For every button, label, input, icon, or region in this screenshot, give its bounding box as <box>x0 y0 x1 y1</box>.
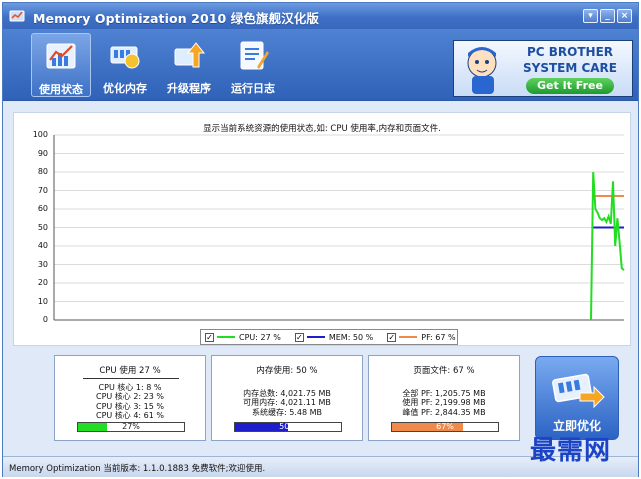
log-icon <box>240 41 269 70</box>
pagefile-stat-box: 页面文件: 67 % 全部 PF: 1,205.75 MB 使用 PF: 2,1… <box>368 355 520 441</box>
tool-label: 使用状态 <box>39 83 83 96</box>
y-tick-label: 10 <box>37 296 48 306</box>
memory-detail-line: 可用内存: 4,021.11 MB <box>243 398 331 408</box>
y-tick-label: 60 <box>37 204 48 213</box>
chart-legend: ✓ CPU: 27 % ✓ MEM: 50 % ✓ PF: 67 % <box>200 329 458 345</box>
memory-progress-text: 50% <box>279 422 297 431</box>
pagefile-detail-line: 使用 PF: 2,199.98 MB <box>402 398 486 408</box>
get-it-free-button[interactable]: Get It Free <box>526 78 614 94</box>
watermark-logo: 最需网 <box>530 436 612 466</box>
chart-icon <box>46 43 76 69</box>
pagefile-progress-text: 67% <box>436 422 454 431</box>
legend-item-pf[interactable]: ✓ PF: 67 % <box>387 332 456 342</box>
legend-swatch-mem <box>306 336 325 338</box>
pagefile-progress-bar: 67% <box>391 422 499 432</box>
tool-optimize-memory[interactable]: 优化内存 <box>95 33 155 97</box>
chart-title: 显示当前系统资源的使用状态,如: CPU 使用率,内存和页面文件. <box>203 124 441 134</box>
cpu-progress-text: 27% <box>122 422 140 431</box>
legend-checkbox-mem[interactable]: ✓ <box>294 332 304 342</box>
banner-line1: PC BROTHER <box>526 45 614 59</box>
memory-optimize-icon <box>110 46 140 69</box>
tool-label: 运行日志 <box>231 82 275 95</box>
legend-checkbox-pf[interactable]: ✓ <box>387 332 397 342</box>
app-icon <box>9 10 25 22</box>
title-bar[interactable]: Memory Optimization 2010 绿色旗舰汉化版 ▾ _ × <box>3 3 638 29</box>
toolbar: 使用状态 优化内存 升级程序 运行日志 PC BROTHER SYSTEM CA… <box>3 29 638 101</box>
ad-banner[interactable]: PC BROTHER SYSTEM CARE Get It Free <box>453 40 633 97</box>
cpu-usage-heading: CPU 使用 27 % <box>99 366 161 376</box>
memory-detail-line: 内存总数: 4,021.75 MB <box>243 389 331 398</box>
cpu-core-line: CPU 核心 4: 61 % <box>95 411 164 421</box>
y-tick-label: 0 <box>42 315 48 324</box>
cpu-progress-bar: 27% <box>77 422 185 432</box>
y-tick-label: 20 <box>37 278 48 287</box>
app-window: Memory Optimization 2010 绿色旗舰汉化版 ▾ _ × 使… <box>2 2 639 477</box>
legend-label-cpu: CPU: 27 % <box>239 332 281 342</box>
y-tick-label: 100 <box>32 130 48 139</box>
memory-usage-heading: 内存使用: 50 % <box>256 366 318 376</box>
tool-upgrade[interactable]: 升级程序 <box>159 33 219 97</box>
usage-chart-panel: 显示当前系统资源的使用状态,如: CPU 使用率,内存和页面文件. 100 90 8… <box>13 112 631 346</box>
y-tick-label: 80 <box>37 167 48 176</box>
status-text: Memory Optimization 当前版本: 1.1.0.1883 免费软… <box>9 464 266 474</box>
cpu-core-line: CPU 核心 3: 15 % <box>95 401 164 411</box>
y-tick-label: 40 <box>37 241 48 250</box>
legend-swatch-pf <box>399 336 418 338</box>
mascot-icon <box>467 47 497 94</box>
memory-detail-line: 系统缓存: 5.48 MB <box>252 407 322 417</box>
memory-optimize-icon <box>552 373 605 409</box>
cpu-core-line: CPU 核心 1: 8 % <box>98 383 162 392</box>
memory-detail-list: 内存总数: 4,021.75 MB 可用内存: 4,021.11 MB 系统缓存… <box>212 389 362 417</box>
usage-line-chart <box>53 134 625 321</box>
legend-label-pf: PF: 67 % <box>421 332 456 342</box>
legend-label-mem: MEM: 50 % <box>328 332 374 342</box>
tool-label: 优化内存 <box>103 82 147 95</box>
memory-stat-box: 内存使用: 50 % 内存总数: 4,021.75 MB 可用内存: 4,021… <box>211 355 363 441</box>
pagefile-usage-heading: 页面文件: 67 % <box>413 366 475 376</box>
y-tick-label: 70 <box>37 185 48 195</box>
cpu-core-line: CPU 核心 2: 23 % <box>95 392 164 402</box>
close-button[interactable]: × <box>617 9 632 23</box>
upgrade-icon <box>174 42 206 68</box>
pagefile-detail-list: 全部 PF: 1,205.75 MB 使用 PF: 2,199.98 MB 峰值… <box>369 389 519 417</box>
y-tick-label: 50 <box>37 222 48 232</box>
tool-run-log[interactable]: 运行日志 <box>223 33 283 97</box>
minimize-button[interactable]: _ <box>600 9 615 23</box>
y-tick-label: 90 <box>37 148 48 158</box>
cpu-stat-box: CPU 使用 27 % CPU 核心 1: 8 % CPU 核心 2: 23 %… <box>54 355 206 441</box>
tool-usage-status[interactable]: 使用状态 <box>31 33 91 97</box>
tool-label: 升级程序 <box>167 82 211 95</box>
divider <box>83 378 179 379</box>
legend-item-cpu[interactable]: ✓ CPU: 27 % <box>205 332 281 342</box>
cpu-core-list: CPU 核心 1: 8 % CPU 核心 2: 23 % CPU 核心 3: 1… <box>55 383 205 421</box>
pagefile-detail-line: 峰值 PF: 2,844.35 MB <box>402 407 486 417</box>
dropdown-button[interactable]: ▾ <box>583 9 598 23</box>
optimize-now-button[interactable]: 立即优化 <box>535 356 619 440</box>
memory-progress-bar: 50% <box>234 422 342 432</box>
y-tick-label: 30 <box>37 259 48 269</box>
pagefile-detail-line: 全部 PF: 1,205.75 MB <box>402 389 486 398</box>
banner-line2: SYSTEM CARE <box>522 61 617 75</box>
legend-checkbox-cpu[interactable]: ✓ <box>205 332 214 342</box>
legend-swatch-cpu <box>217 336 235 338</box>
legend-item-mem[interactable]: ✓ MEM: 50 % <box>294 332 374 342</box>
window-title: Memory Optimization 2010 绿色旗舰汉化版 <box>33 11 319 26</box>
